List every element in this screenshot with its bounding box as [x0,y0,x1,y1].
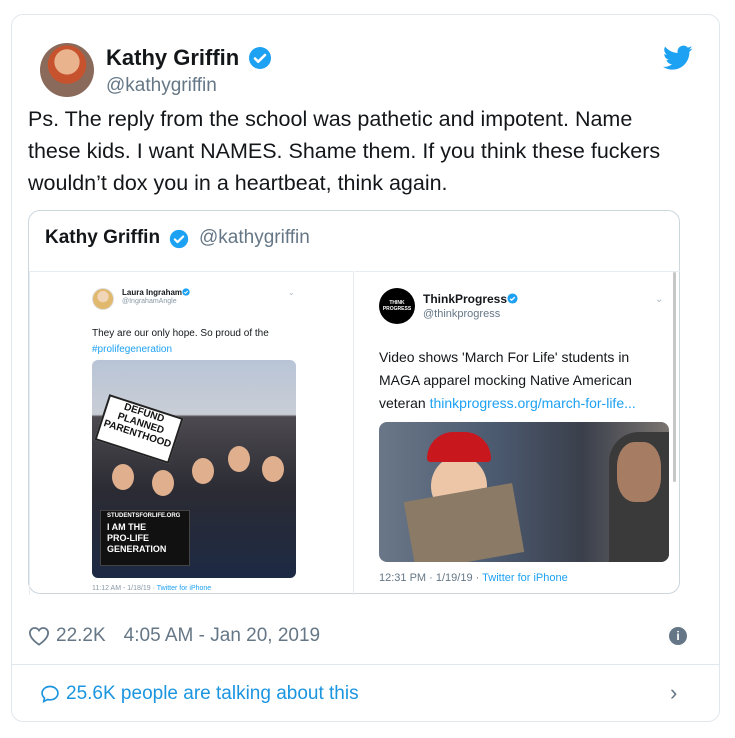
embedded-text-body: They are our only hope. So proud of the [92,328,269,339]
conversation-link[interactable]: 25.6K people are talking about this [40,683,359,705]
quoted-author-handle[interactable]: @kathygriffin [199,227,310,249]
heart-icon[interactable] [28,626,50,646]
article-link[interactable]: thinkprogress.org/march-for-life... [430,395,636,411]
defund-sign: DEFUND PLANNED PARENTHOOD [94,394,184,464]
verified-icon [182,288,190,296]
quoted-tweet[interactable]: Kathy Griffin @kathygriffin Laura Ingrah… [28,210,680,595]
author-name[interactable]: Kathy Griffin [106,45,239,71]
embedded-author-name[interactable]: Laura Ingraham [122,288,182,297]
red-cap [427,432,491,462]
embedded-author-handle[interactable]: @IngrahamAngle [122,298,177,305]
info-icon[interactable]: i [669,627,687,645]
tweet-footer: 22.2K 4:05 AM - Jan 20, 2019 [28,625,320,647]
embedded-source[interactable]: Twitter for iPhone [157,585,211,592]
verified-icon [507,293,518,304]
verified-icon [249,47,271,69]
ingraham-avatar[interactable] [92,288,114,310]
sign-line: STUDENTSFORLIFE.ORG [107,513,181,519]
twitter-bird-icon[interactable] [663,45,693,71]
embedded-tweet-meta: 11:12 AM - 1/18/19 · Twitter for iPhone [92,585,211,592]
rally-photo[interactable]: DEFUND PLANNED PARENTHOOD STUDENTSFORLIF… [92,360,296,578]
embedded-author-name[interactable]: ThinkProgress [423,292,507,306]
embedded-tweet-meta: 12:31 PM · 1/19/19 · Twitter for iPhone [379,572,568,584]
sign-line: GENERATION [107,544,167,554]
drum [403,482,525,562]
like-count[interactable]: 22.2K [56,625,106,647]
video-thumbnail[interactable] [379,422,669,562]
embedded-timestamp[interactable]: 12:31 PM · 1/19/19 · [379,572,482,584]
person-face [112,464,134,490]
chevron-right-icon[interactable]: › [670,680,677,706]
chevron-down-icon[interactable]: ⌄ [655,294,663,305]
hashtag-link[interactable]: #prolifegeneration [92,342,312,358]
embedded-source[interactable]: Twitter for iPhone [482,572,568,584]
person-face [228,446,250,472]
comment-bubble-icon [41,685,59,704]
embedded-tweet-text: They are our only hope. So proud of the … [92,326,312,358]
scrollbar[interactable] [673,272,676,482]
tweet-text: Ps. The reply from the school was pathet… [28,107,661,195]
tweet-timestamp[interactable]: 4:05 AM - Jan 20, 2019 [124,625,320,647]
person-face [262,456,284,482]
quoted-author-name[interactable]: Kathy Griffin [45,227,160,249]
talking-count[interactable]: 25.6K people are talking about this [66,683,359,705]
thinkprogress-logo[interactable]: THINK PROGRESS [379,288,415,324]
divider [11,664,720,665]
sign-line: I AM THE [107,522,147,532]
embedded-tweet-text: Video shows 'March For Life' students in… [379,346,669,415]
embedded-tweet-right[interactable]: THINK PROGRESS ThinkProgress @thinkprogr… [355,271,680,595]
sign-line: PRO-LIFE [107,533,149,543]
embedded-timestamp[interactable]: 11:12 AM - 1/18/19 · [92,585,157,592]
person-face [152,470,174,496]
person-face [192,458,214,484]
author-avatar[interactable] [40,43,94,97]
author-handle[interactable]: @kathygriffin [106,75,217,97]
pro-life-sign: STUDENTSFORLIFE.ORG I AM THE PRO-LIFE GE… [100,510,190,566]
verified-icon [169,229,189,249]
chevron-down-icon[interactable]: ⌄ [288,288,295,297]
embedded-tweet-left[interactable]: Laura Ingraham @IngrahamAngle ⌄ They are… [29,271,354,595]
embedded-author-handle[interactable]: @thinkprogress [423,308,500,320]
veteran-face [617,442,661,502]
